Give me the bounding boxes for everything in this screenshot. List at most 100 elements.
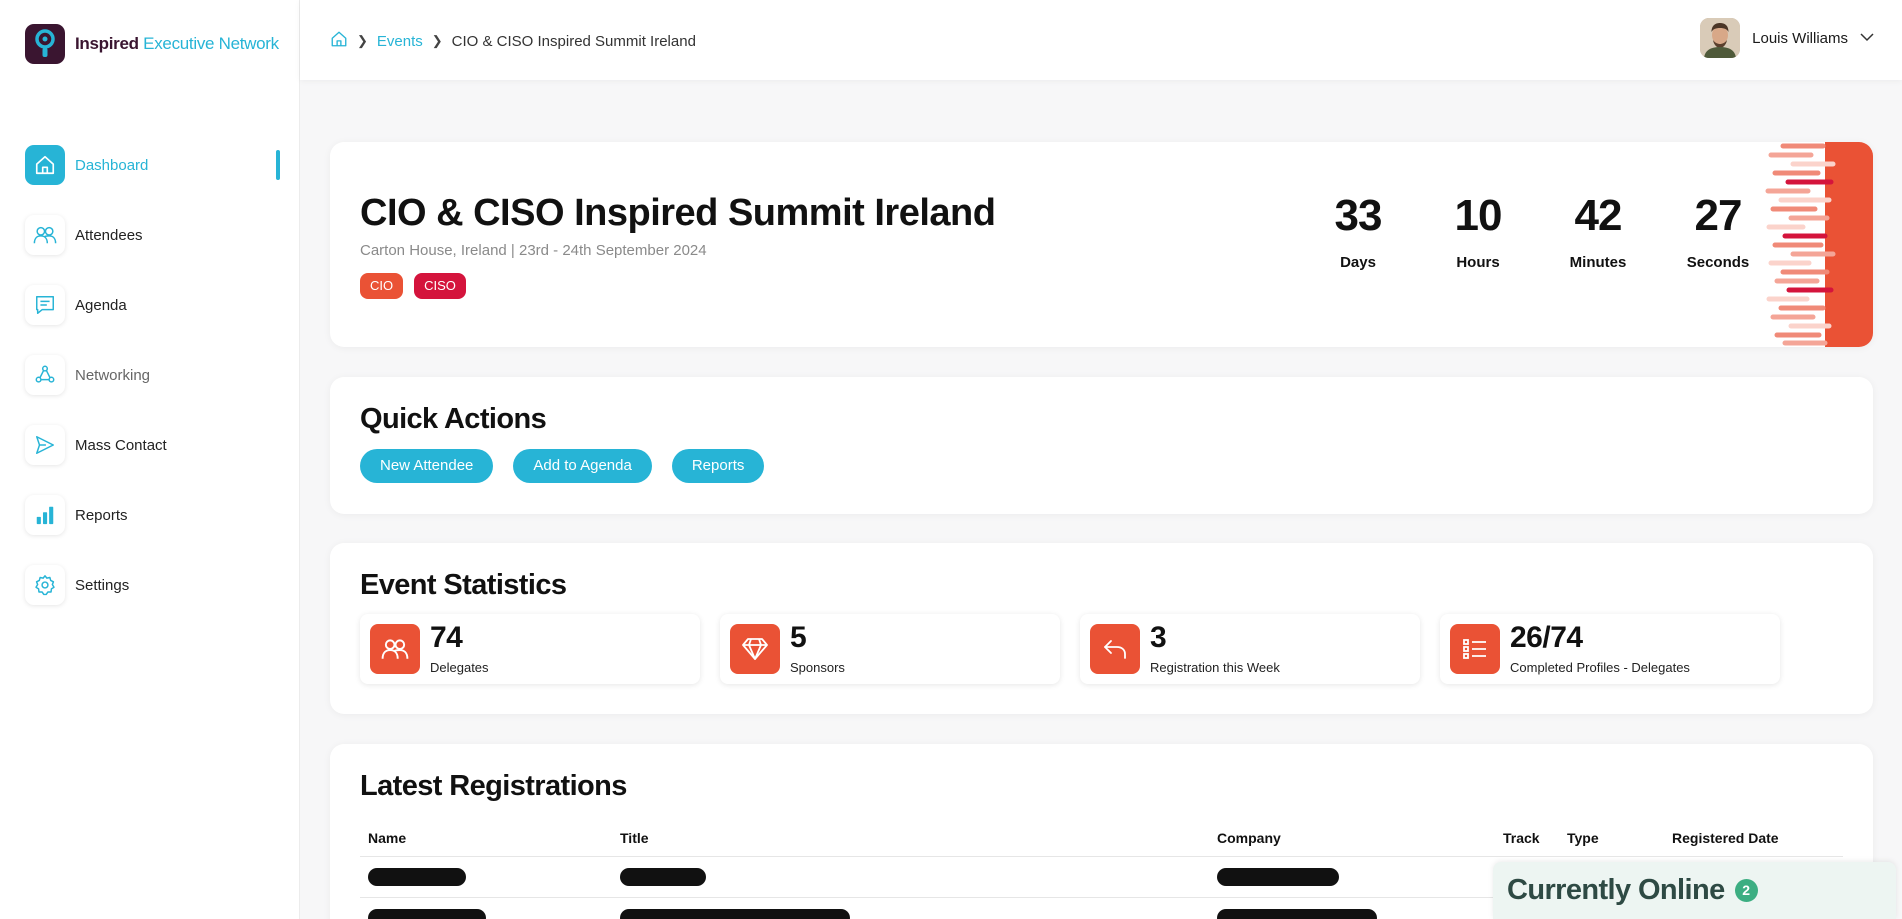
chevron-right-icon: ❯ [431, 33, 443, 48]
countdown-value: 33 [1334, 191, 1383, 240]
sidebar-item-label: Mass Contact [75, 436, 167, 454]
column-header[interactable]: Type [1559, 830, 1664, 846]
stat-label: Sponsors [790, 660, 845, 675]
brand-name: Inspired Executive Network [75, 34, 279, 54]
countdown-days: 33 Days [1298, 191, 1418, 272]
stats-row: 74 Delegates 5 Sponsors 3 Registration t… [360, 614, 1800, 684]
column-header[interactable]: Title [612, 830, 1209, 846]
brand-logo[interactable]: Inspired Executive Network [25, 24, 279, 64]
table-header-row: Name Title Company Track Type Registered… [360, 819, 1843, 857]
countdown-label: Days [1340, 254, 1376, 271]
tag-ciso: CISO [414, 273, 466, 299]
currently-online-label: Currently Online [1507, 874, 1725, 906]
top-header: ❯ Events ❯ CIO & CISO Inspired Summit Ir… [300, 0, 1902, 80]
chevron-right-icon: ❯ [357, 33, 368, 48]
brand-name-primary: Inspired [75, 34, 139, 53]
sidebar-item-networking[interactable]: Networking [25, 355, 280, 395]
breadcrumb: ❯ Events ❯ CIO & CISO Inspired Summit Ir… [330, 30, 696, 52]
event-statistics-title: Event Statistics [360, 569, 567, 601]
sidebar-item-reports[interactable]: Reports [25, 495, 280, 535]
title-cell [612, 909, 1209, 919]
sidebar-item-label: Reports [75, 506, 128, 524]
countdown-label: Minutes [1569, 254, 1627, 271]
diamond-icon [730, 624, 780, 674]
breadcrumb-events-link[interactable]: Events [377, 33, 423, 50]
send-icon [25, 425, 65, 465]
event-statistics-card: Event Statistics 74 Delegates 5 Sponsors… [330, 543, 1873, 714]
column-header[interactable]: Company [1209, 830, 1495, 846]
networking-icon [25, 355, 65, 395]
brand-name-secondary: Executive Network [143, 34, 279, 53]
redacted-text [620, 868, 706, 887]
countdown-label: Seconds [1686, 254, 1750, 271]
reports-button[interactable]: Reports [671, 449, 765, 483]
quick-actions-card: Quick Actions New Attendee Add to Agenda… [330, 377, 1873, 514]
sidebar-item-label: Dashboard [75, 156, 149, 174]
decorative-stripes [1765, 142, 1873, 347]
column-header[interactable]: Track [1495, 830, 1559, 846]
sidebar-item-settings[interactable]: Settings [25, 565, 280, 605]
home-icon [25, 145, 65, 185]
quick-actions-title: Quick Actions [360, 403, 547, 435]
sidebar-item-label: Networking [75, 366, 151, 384]
redacted-text [620, 909, 850, 919]
home-icon[interactable] [330, 30, 348, 52]
countdown-hours: 10 Hours [1418, 191, 1538, 272]
bar-chart-icon [25, 495, 65, 535]
redacted-text [1217, 909, 1377, 919]
new-attendee-button[interactable]: New Attendee [360, 449, 494, 483]
stat-sponsors: 5 Sponsors [720, 614, 1060, 684]
event-tags: CIO CISO [360, 273, 477, 299]
sidebar-item-label: Attendees [75, 226, 143, 244]
tag-cio: CIO [360, 273, 404, 299]
stat-label: Registration this Week [1150, 660, 1280, 675]
sidebar: Inspired Executive Network Dashboard Att… [0, 0, 300, 919]
breadcrumb-current: CIO & CISO Inspired Summit Ireland [451, 32, 696, 50]
countdown: 33 Days 10 Hours 42 Minutes 27 Seconds [1298, 191, 1778, 272]
countdown-seconds: 27 Seconds [1658, 191, 1778, 272]
company-cell [1209, 909, 1495, 919]
active-indicator [276, 150, 280, 180]
name-cell [360, 868, 612, 887]
chevron-down-icon [1860, 29, 1874, 47]
sidebar-item-label: Settings [75, 576, 130, 594]
avatar [1700, 18, 1741, 58]
sidebar-item-agenda[interactable]: Agenda [25, 285, 280, 325]
title-cell [612, 868, 1209, 887]
user-name: Louis Williams [1752, 29, 1848, 47]
agenda-icon [25, 285, 65, 325]
reply-arrow-icon [1090, 624, 1140, 674]
stat-value: 26/74 [1510, 621, 1583, 654]
column-header[interactable]: Name [360, 830, 612, 846]
stat-value: 74 [430, 621, 463, 654]
event-location-dates: Carton House, Ireland | 23rd - 24th Sept… [360, 242, 707, 259]
event-summary-card: CIO & CISO Inspired Summit Ireland Carto… [330, 142, 1873, 347]
stat-value: 3 [1150, 621, 1167, 654]
online-count-badge: 2 [1734, 879, 1758, 902]
sidebar-item-dashboard[interactable]: Dashboard [25, 145, 280, 185]
latest-registrations-title: Latest Registrations [360, 770, 627, 802]
users-icon [370, 624, 420, 674]
redacted-text [368, 909, 486, 919]
redacted-text [368, 868, 466, 887]
countdown-label: Hours [1456, 254, 1500, 271]
stat-label: Completed Profiles - Delegates [1510, 660, 1690, 675]
currently-online-panel[interactable]: Currently Online 2 [1493, 862, 1896, 919]
countdown-value: 27 [1694, 191, 1743, 240]
stat-completed-profiles: 26/74 Completed Profiles - Delegates [1440, 614, 1780, 684]
sidebar-item-attendees[interactable]: Attendees [25, 215, 280, 255]
stat-value: 5 [790, 621, 807, 654]
user-menu[interactable]: Louis Williams [1700, 18, 1874, 58]
redacted-text [1217, 868, 1339, 887]
sidebar-item-label: Agenda [75, 296, 127, 314]
column-header[interactable]: Registered Date [1664, 830, 1843, 846]
stat-label: Delegates [430, 660, 489, 675]
add-to-agenda-button[interactable]: Add to Agenda [513, 449, 652, 483]
sidebar-item-mass-contact[interactable]: Mass Contact [25, 425, 280, 465]
quick-actions-buttons: New Attendee Add to Agenda Reports [360, 449, 784, 483]
stat-registration-week: 3 Registration this Week [1080, 614, 1420, 684]
users-icon [25, 215, 65, 255]
company-cell [1209, 868, 1495, 887]
countdown-value: 10 [1454, 191, 1503, 240]
name-cell [360, 909, 612, 919]
